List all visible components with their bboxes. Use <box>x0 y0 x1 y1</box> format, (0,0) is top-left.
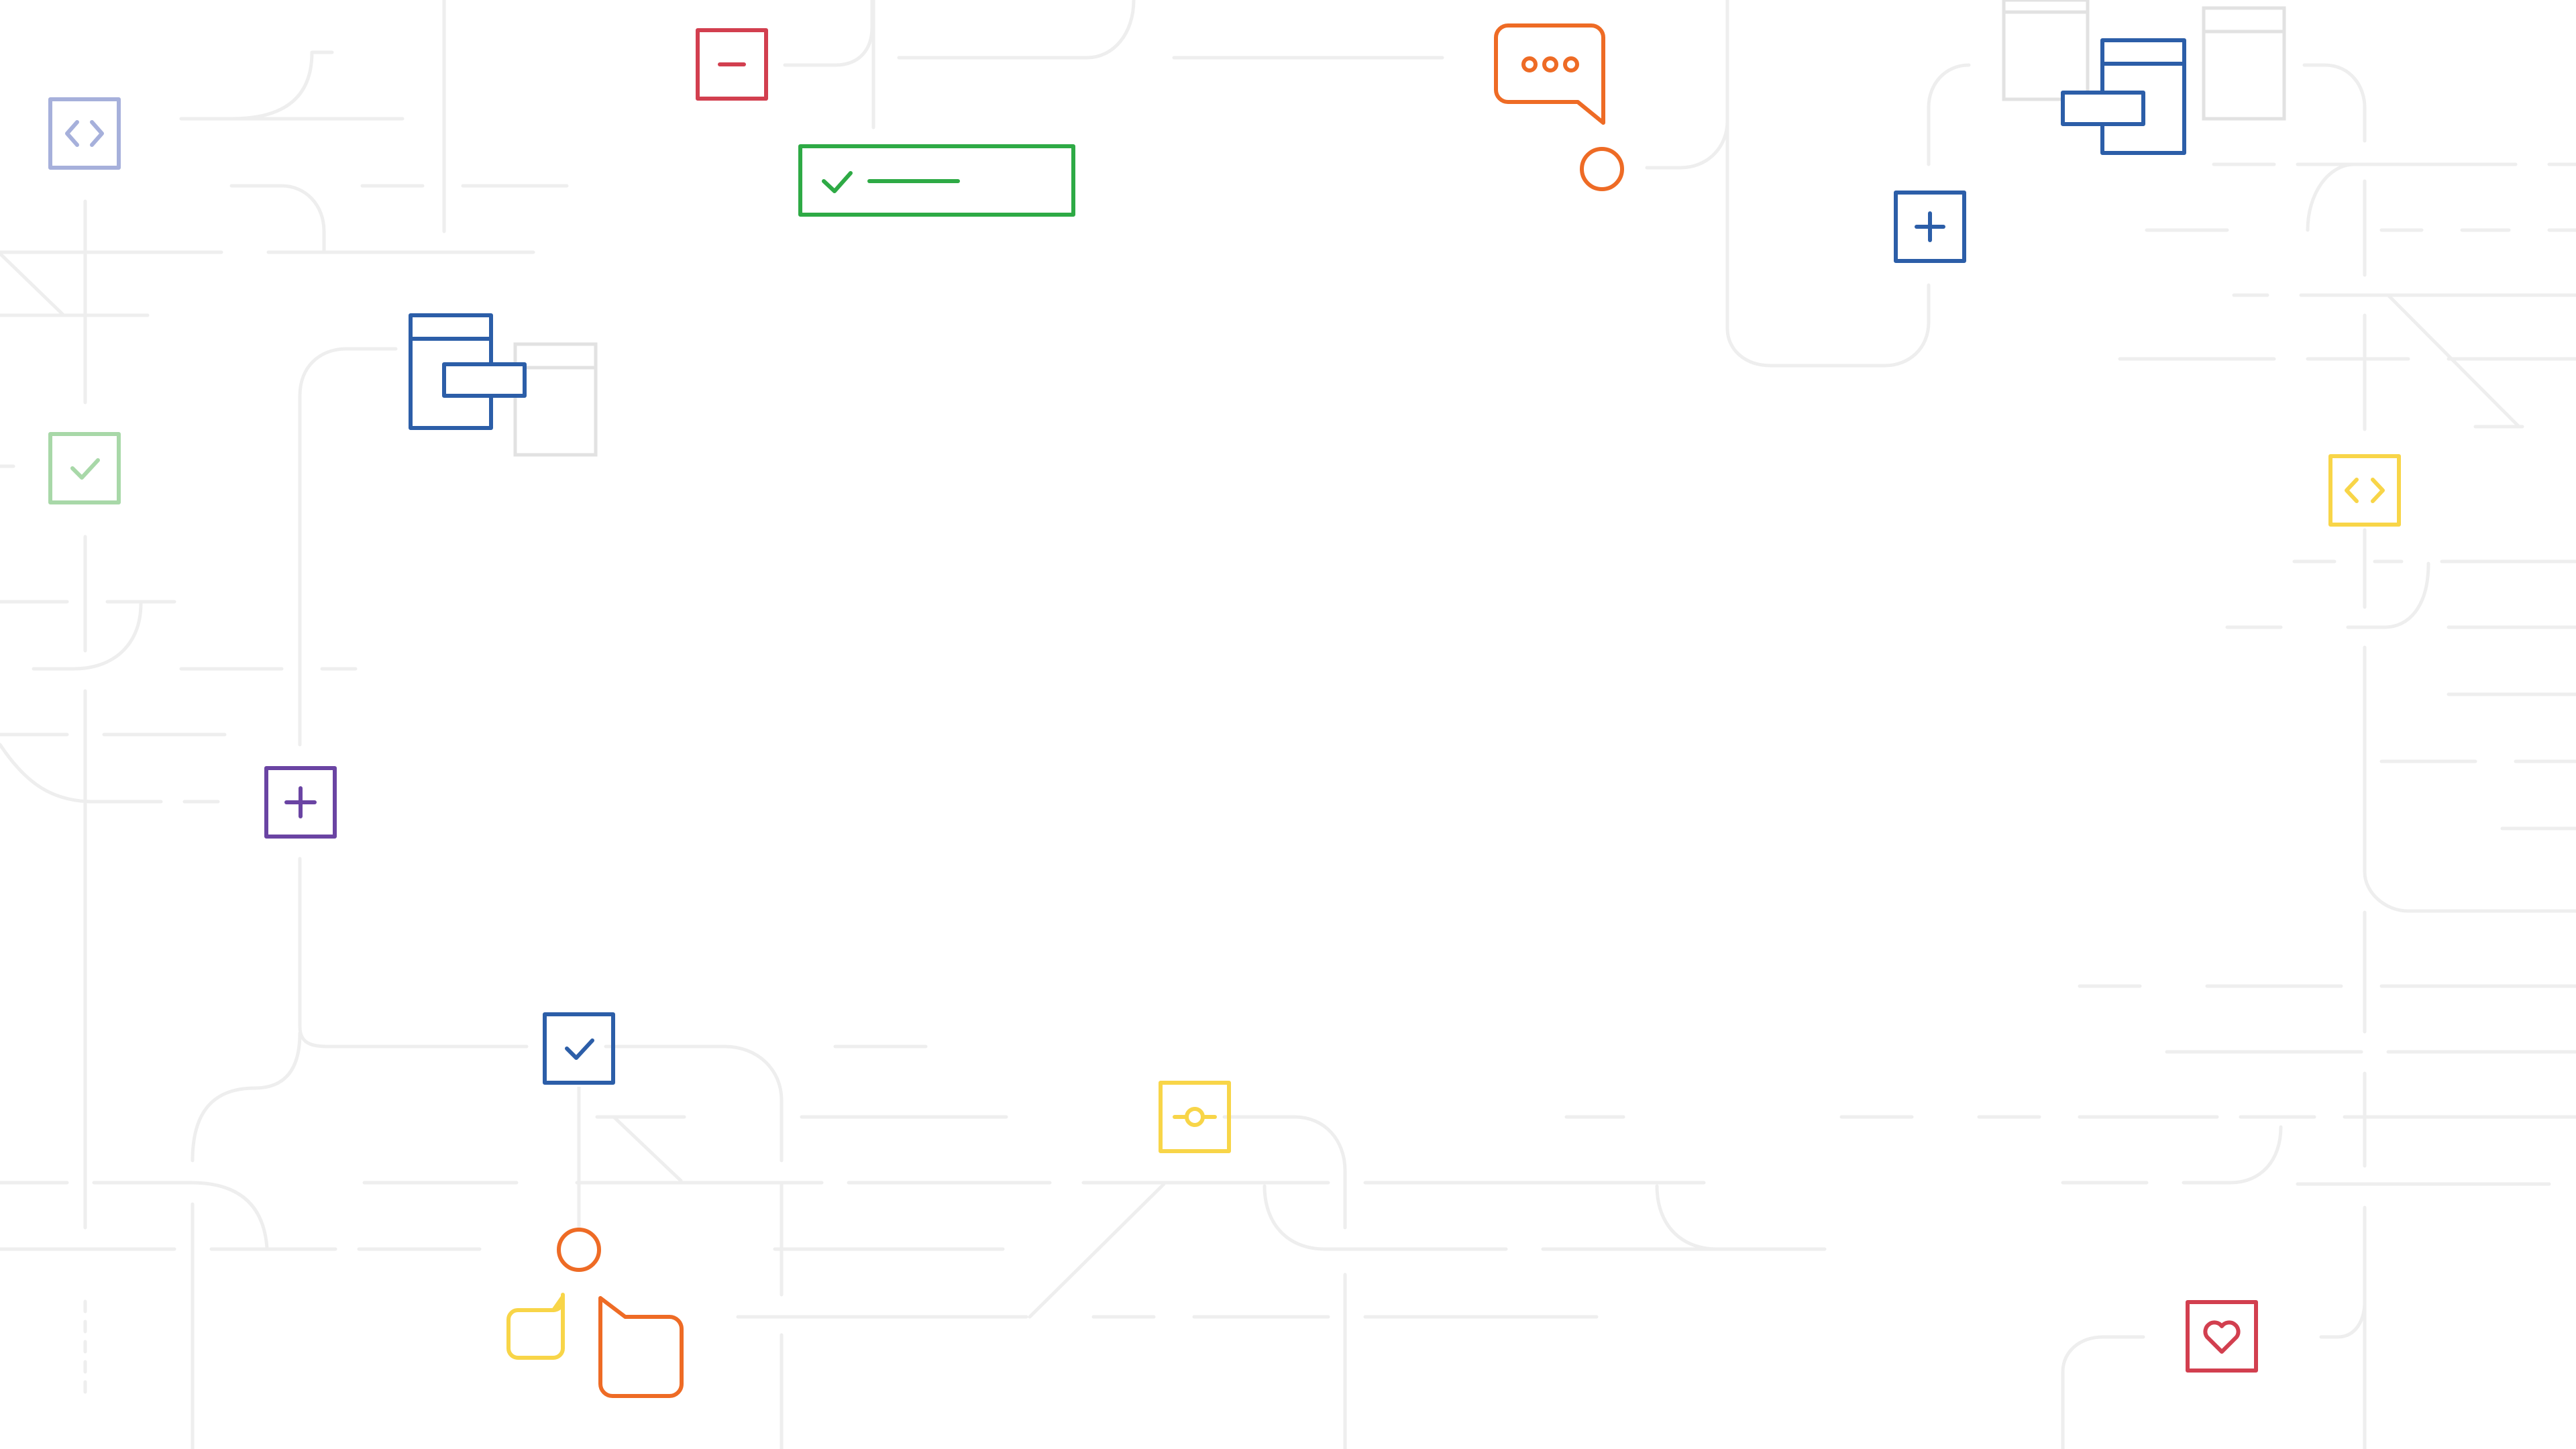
plus-icon <box>1894 191 1966 263</box>
code-brackets-icon <box>48 97 121 170</box>
checkbox-icon <box>543 1012 615 1085</box>
connection-node <box>1580 147 1624 191</box>
minus-icon <box>696 28 768 101</box>
window-stack-icon <box>409 313 527 430</box>
chat-bubbles-icon <box>506 1293 684 1398</box>
decorative-background <box>0 0 2576 1449</box>
commit-node-icon <box>1159 1081 1231 1153</box>
window-outline-icon <box>513 0 2286 457</box>
window-stack-icon <box>2061 38 2186 155</box>
circuit-lines <box>0 0 2576 1449</box>
connection-node <box>557 1228 601 1272</box>
code-brackets-icon <box>2328 454 2401 527</box>
checkbox-icon <box>48 432 121 504</box>
heart-icon <box>2186 1300 2258 1373</box>
checklist-bar-icon <box>798 144 1075 217</box>
plus-icon <box>264 766 337 839</box>
chat-bubble-ellipsis-icon <box>1494 23 1605 125</box>
